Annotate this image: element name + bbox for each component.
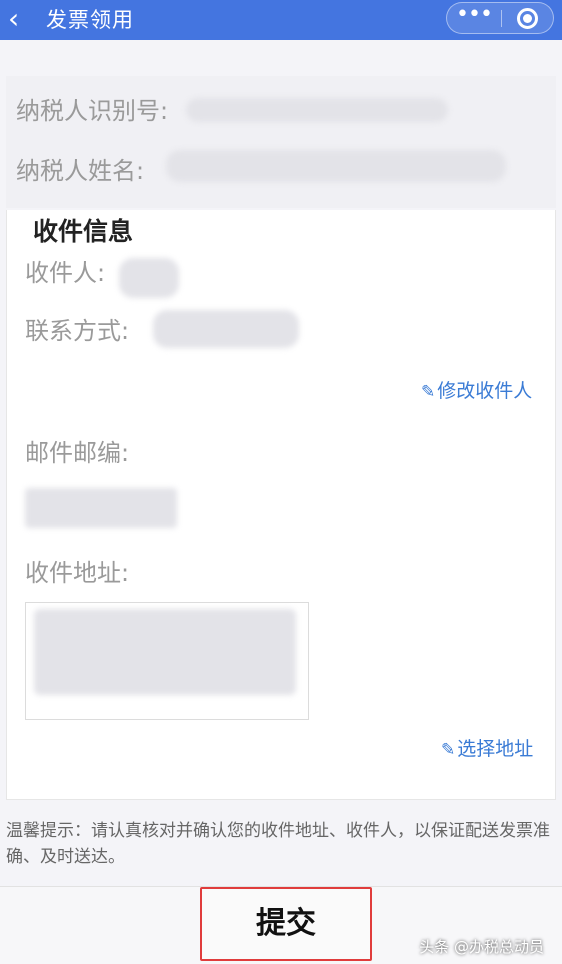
recipient-info-card: 收件信息 收件人: 联系方式: ✎ 修改收件人 邮件邮编: 收件地址: ✎ 选择地址 (6, 210, 556, 800)
warm-tip-text: 温馨提示：请认真核对并确认您的收件地址、收件人，以保证配送发票准确、及时送达。 (6, 821, 550, 867)
pencil-icon: ✎ (421, 382, 436, 402)
edit-recipient-label: 修改收件人 (437, 380, 533, 402)
target-icon[interactable] (517, 8, 538, 29)
postcode-field-redacted (25, 488, 177, 528)
recipient-label: 收件人: (25, 259, 106, 287)
submit-button[interactable]: 提交 (200, 887, 372, 961)
capsule-divider (501, 10, 502, 27)
select-address-label: 选择地址 (457, 738, 534, 760)
pencil-icon: ✎ (441, 740, 456, 760)
chevron-left-icon[interactable]: ‹ (8, 2, 36, 36)
select-address-link[interactable]: ✎ 选择地址 (441, 736, 533, 763)
recipient-value-redacted (119, 258, 179, 298)
postcode-label: 邮件邮编: (25, 439, 130, 467)
section-title: 收件信息 (33, 214, 140, 250)
contact-label: 联系方式: (25, 317, 130, 345)
more-dots-icon[interactable]: ••• (447, 3, 501, 33)
watermark-text: 头条 @办税总动员 (419, 938, 544, 956)
taxpayer-id-value-redacted (186, 98, 448, 122)
taxpayer-name-value-redacted (166, 150, 506, 182)
taxpayer-info-panel: 纳税人识别号: 纳税人姓名: (6, 76, 556, 208)
bottom-action-bar: 提交 头条 @办税总动员 (0, 886, 562, 964)
edit-recipient-link[interactable]: ✎ 修改收件人 (421, 378, 532, 405)
taxpayer-id-label: 纳税人识别号: (16, 97, 169, 125)
address-field[interactable] (25, 602, 309, 720)
page-title: 发票领用 (46, 8, 134, 32)
top-nav-bar: ‹ 发票领用 ••• (0, 0, 562, 40)
taxpayer-name-label: 纳税人姓名: (16, 157, 145, 185)
mini-program-capsule: ••• (446, 2, 554, 34)
contact-value-redacted (153, 310, 299, 348)
address-value-redacted (34, 609, 296, 695)
address-label: 收件地址: (25, 559, 130, 587)
